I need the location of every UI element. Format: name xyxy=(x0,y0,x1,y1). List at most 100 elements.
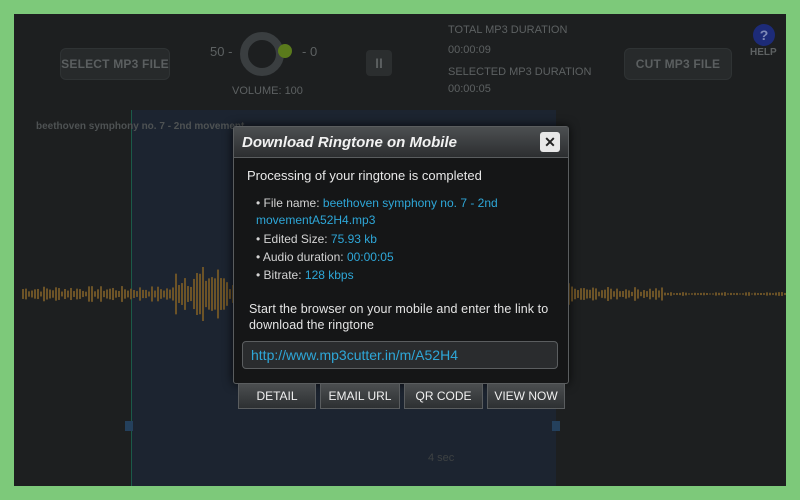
waveform-bar xyxy=(85,291,87,297)
waveform-bar xyxy=(601,290,603,298)
waveform-bar xyxy=(712,293,714,295)
waveform-bar xyxy=(175,273,177,315)
waveform-bar xyxy=(130,288,132,300)
waveform-bar xyxy=(682,292,684,296)
waveform-bar xyxy=(751,293,753,295)
edited-size-row: • Edited Size: 75.93 kb xyxy=(256,231,377,248)
waveform-bar xyxy=(649,288,651,300)
waveform-bar xyxy=(625,289,627,299)
waveform-bar xyxy=(616,288,618,300)
waveform-bar xyxy=(730,292,732,296)
detail-button[interactable]: DETAIL xyxy=(238,383,316,409)
waveform-bar xyxy=(55,287,57,301)
file-name-value-cont: movementA52H4.mp3 xyxy=(256,213,376,227)
waveform-bar xyxy=(718,292,720,296)
waveform-bar xyxy=(727,293,729,295)
time-marker-label: 4 sec xyxy=(428,452,455,464)
waveform-bar xyxy=(739,293,741,295)
cut-mp3-button[interactable]: CUT MP3 FILE xyxy=(624,48,732,80)
waveform-bar xyxy=(115,290,117,298)
waveform-bar xyxy=(163,290,165,298)
waveform-bar xyxy=(61,291,63,297)
processing-status: Processing of your ringtone is completed xyxy=(247,168,482,183)
waveform-bar xyxy=(760,292,762,296)
waveform-bar xyxy=(157,286,159,302)
total-duration-label: TOTAL MP3 DURATION xyxy=(448,24,568,36)
selected-duration-value: 00:00:05 xyxy=(448,83,491,95)
selection-start-handle[interactable] xyxy=(125,421,133,431)
waveform-bar xyxy=(646,291,648,297)
bitrate-value: 128 kbps xyxy=(304,268,354,282)
email-url-button[interactable]: EMAIL URL xyxy=(320,383,400,409)
waveform-bar xyxy=(643,290,645,298)
waveform-bar xyxy=(577,290,579,298)
waveform-bar xyxy=(82,290,84,298)
pause-icon: II xyxy=(375,55,383,71)
waveform-bar xyxy=(586,289,588,299)
waveform-bar xyxy=(148,291,150,297)
selection-end-handle[interactable] xyxy=(552,421,560,431)
waveform-bar xyxy=(223,278,225,310)
select-mp3-button[interactable]: SELECT MP3 FILE xyxy=(60,48,170,80)
waveform-bar xyxy=(187,286,189,302)
waveform-bar xyxy=(91,286,93,302)
waveform-bar xyxy=(43,286,45,302)
waveform-bar xyxy=(190,286,192,302)
qr-code-button[interactable]: QR CODE xyxy=(404,383,483,409)
waveform-bar xyxy=(724,292,726,296)
waveform-bar xyxy=(709,293,711,295)
file-name-row-cont: movementA52H4.mp3 xyxy=(256,212,375,229)
waveform-bar xyxy=(166,288,168,300)
waveform-bar xyxy=(604,289,606,299)
track-title: beethoven symphony no. 7 - 2nd movement xyxy=(36,121,245,132)
waveform-bar xyxy=(178,285,180,303)
waveform-bar xyxy=(112,287,114,301)
waveform-bar xyxy=(589,289,591,299)
waveform-bar xyxy=(76,288,78,300)
waveform-bar xyxy=(634,287,636,301)
waveform-bar xyxy=(598,291,600,297)
help-label[interactable]: HELP xyxy=(750,47,777,58)
waveform-bar xyxy=(607,287,609,301)
waveform-bar xyxy=(697,293,699,295)
waveform-bar xyxy=(784,292,786,296)
waveform-bar xyxy=(133,290,135,298)
waveform-bar xyxy=(70,287,72,301)
download-instruction: Start the browser on your mobile and ent… xyxy=(249,302,549,332)
waveform-bar xyxy=(136,291,138,297)
help-icon[interactable]: ? xyxy=(753,24,775,46)
waveform-bar xyxy=(658,290,660,298)
view-now-button[interactable]: VIEW NOW xyxy=(487,383,565,409)
waveform-bar xyxy=(31,290,33,298)
waveform-bar xyxy=(769,292,771,296)
bitrate-label: • Bitrate: xyxy=(256,268,305,282)
close-button[interactable]: ✕ xyxy=(540,132,560,152)
waveform-bar xyxy=(202,266,204,322)
download-ringtone-dialog: Download Ringtone on Mobile ✕ Processing… xyxy=(233,126,569,384)
waveform-bar xyxy=(673,293,675,295)
waveform-bar xyxy=(106,289,108,299)
waveform-bar xyxy=(58,288,60,300)
ringtone-url[interactable]: http://www.mp3cutter.in/m/A52H4 xyxy=(251,347,458,363)
waveform-bar xyxy=(571,286,573,302)
waveform-bar xyxy=(154,290,156,298)
volume-knob[interactable] xyxy=(240,32,284,76)
waveform-bar xyxy=(199,273,201,315)
waveform-bar xyxy=(640,291,642,297)
waveform-bar xyxy=(781,292,783,296)
waveform-bar xyxy=(754,292,756,296)
file-name-label: • File name: xyxy=(256,196,323,210)
waveform-bar xyxy=(631,291,633,297)
waveform-bar xyxy=(211,277,213,311)
waveform-bar xyxy=(733,293,735,295)
file-name-row: • File name: beethoven symphony no. 7 - … xyxy=(256,195,498,212)
waveform-bar xyxy=(766,292,768,296)
waveform-bar xyxy=(691,293,693,295)
waveform-bar xyxy=(34,289,36,299)
audio-duration-label: • Audio duration: xyxy=(256,250,347,264)
audio-duration-value: 00:00:05 xyxy=(346,250,394,264)
ringtone-url-field[interactable]: http://www.mp3cutter.in/m/A52H4 xyxy=(242,341,558,369)
pause-button[interactable]: II xyxy=(366,50,392,76)
waveform-bar xyxy=(103,290,105,298)
bitrate-row: • Bitrate: 128 kbps xyxy=(256,267,354,284)
